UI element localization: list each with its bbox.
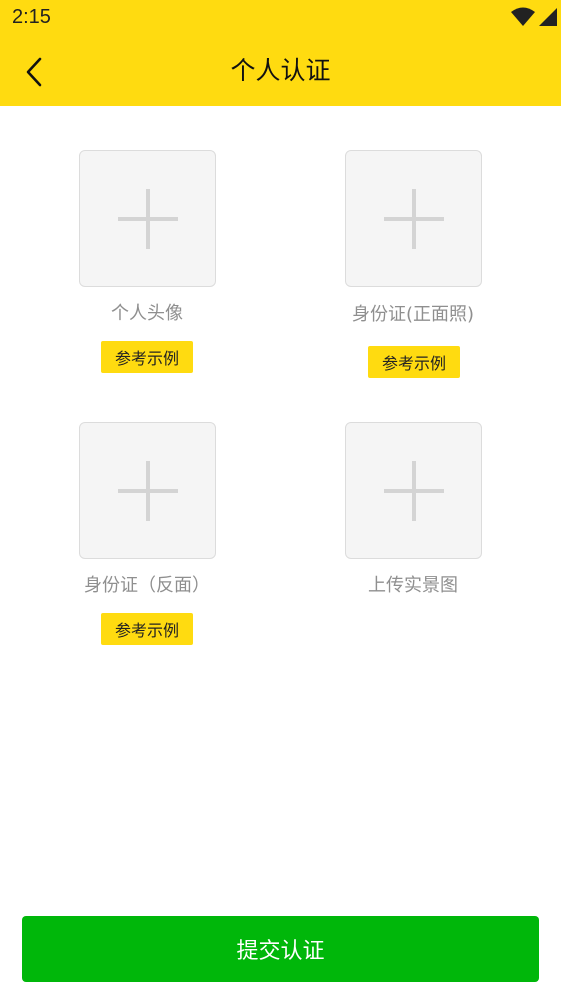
status-time: 2:15: [12, 6, 51, 28]
upload-id-front-slot[interactable]: [345, 150, 482, 287]
upload-id-front-label: 身份证(正面照): [351, 304, 475, 325]
plus-icon: [383, 460, 444, 521]
plus-icon: [117, 460, 178, 521]
upload-id-back-slot[interactable]: [79, 422, 216, 559]
id-back-example-button[interactable]: 参考示例: [101, 613, 193, 645]
wifi-icon: [511, 7, 535, 26]
plus-icon: [383, 188, 444, 249]
id-front-example-button[interactable]: 参考示例: [368, 346, 460, 378]
upload-avatar-slot[interactable]: [79, 150, 216, 287]
plus-icon: [117, 188, 178, 249]
upload-id-back-label: 身份证（反面）: [84, 575, 210, 596]
cellular-signal-icon: [539, 8, 557, 26]
upload-scene-slot[interactable]: [345, 422, 482, 559]
upload-avatar-label: 个人头像: [111, 303, 183, 324]
submit-button[interactable]: 提交认证: [22, 916, 539, 982]
upload-scene-label: 上传实景图: [368, 575, 458, 596]
page-title: 个人认证: [230, 56, 331, 85]
app-header: 2:15 个人认证: [0, 0, 561, 106]
avatar-example-button[interactable]: 参考示例: [101, 341, 193, 373]
